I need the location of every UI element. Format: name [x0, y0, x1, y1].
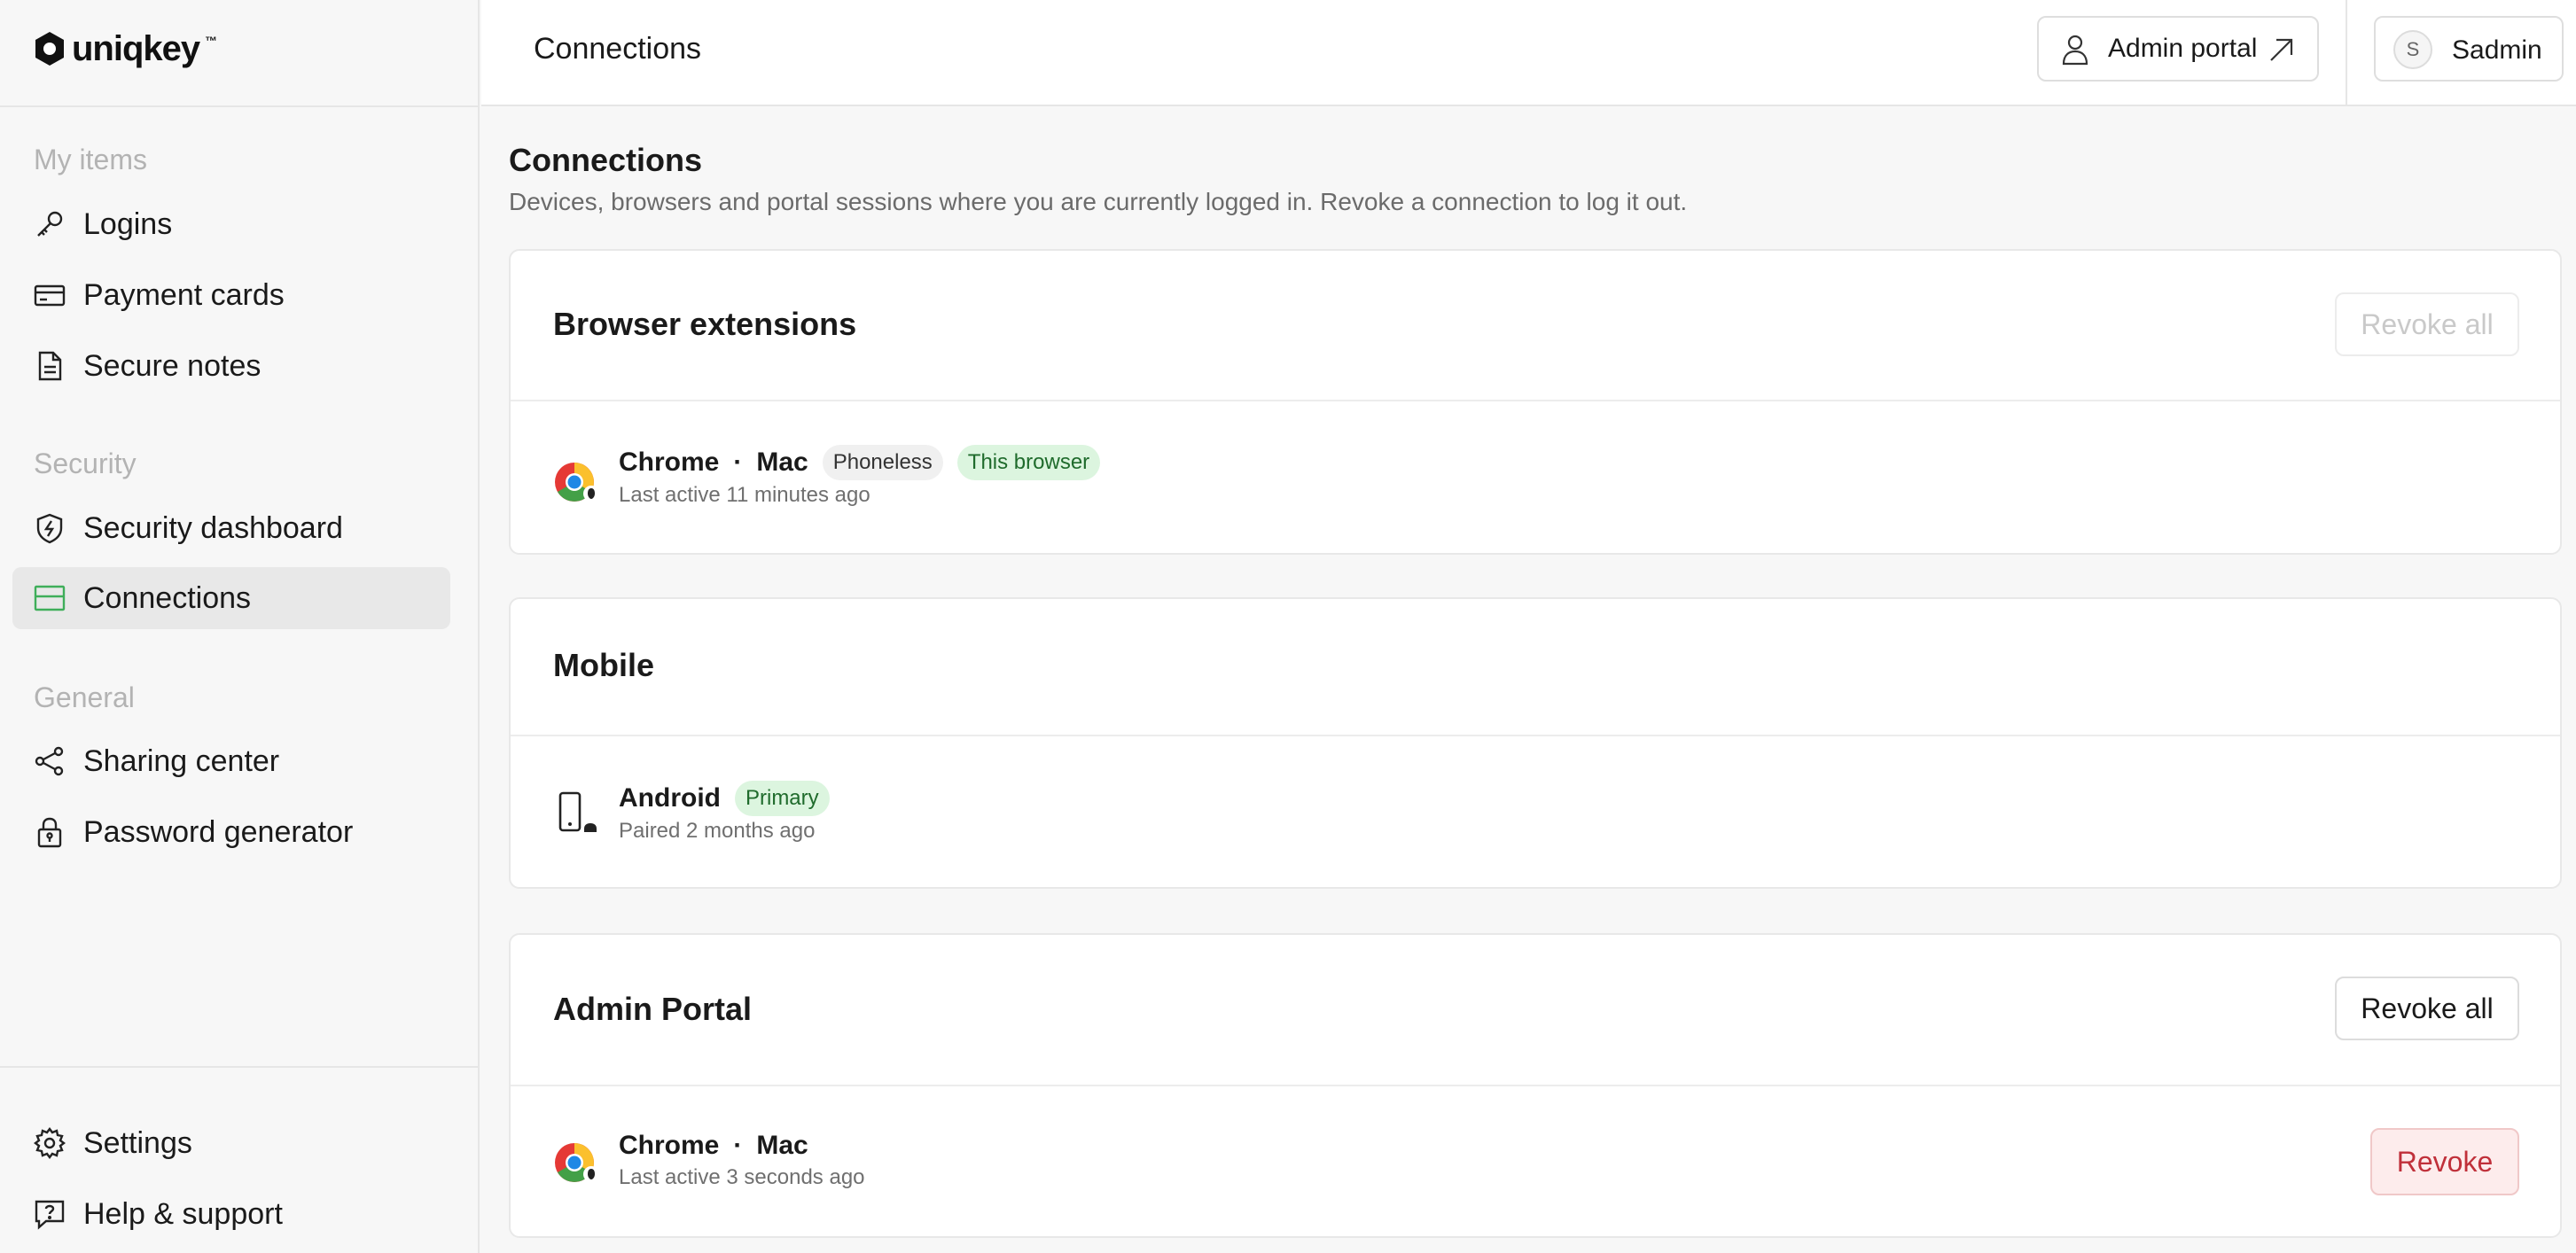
- connection-title: Chrome · Mac Phoneless This browser: [619, 445, 1101, 480]
- sidebar-item-label: Secure notes: [83, 348, 262, 383]
- connection-subtext: Paired 2 months ago: [619, 819, 816, 843]
- browser-name: Chrome: [619, 1131, 720, 1160]
- connection-title: Android Primary: [619, 781, 830, 816]
- sidebar-item-secure-notes[interactable]: Secure notes: [12, 335, 450, 397]
- sidebar-item-label: Connections: [83, 580, 252, 615]
- sidebar-item-label: Logins: [83, 206, 173, 241]
- sidebar-item-help-support[interactable]: Help & support: [12, 1183, 450, 1245]
- admin-portal-label: Admin portal: [2108, 34, 2258, 63]
- section-title-security: Security: [34, 448, 137, 479]
- connection-subtext: Last active 3 seconds ago: [619, 1165, 865, 1189]
- logo-text: uniqkey: [72, 28, 200, 68]
- sidebar-item-label: Settings: [83, 1125, 192, 1160]
- uniqkey-logo-icon: [35, 32, 64, 66]
- card-title: Admin Portal: [553, 991, 753, 1027]
- browser-extensions-card: Browser extensions Revoke all Chrome · M…: [509, 249, 2562, 555]
- page-description: Devices, browsers and portal sessions wh…: [509, 188, 1688, 215]
- sidebar-item-label: Security dashboard: [83, 510, 343, 545]
- badge-phoneless: Phoneless: [822, 445, 943, 480]
- connections-icon: [34, 582, 66, 614]
- badge-this-browser: This browser: [956, 445, 1101, 480]
- gear-icon: [34, 1127, 66, 1159]
- connection-title: Chrome · Mac: [619, 1131, 808, 1161]
- sidebar-item-label: Payment cards: [83, 277, 285, 312]
- mobile-card: Mobile Android Primary Paired 2 months a…: [509, 597, 2562, 889]
- separator: ·: [733, 448, 743, 477]
- sidebar-divider: [0, 105, 480, 107]
- user-name: Sadmin: [2452, 35, 2542, 65]
- sidebar-item-label: Password generator: [83, 814, 354, 849]
- topbar-title: Connections: [534, 32, 702, 66]
- avatar: S: [2393, 30, 2432, 69]
- credit-card-icon: [34, 279, 66, 311]
- section-title-my-items: My items: [34, 144, 147, 175]
- user-menu-button[interactable]: S Sadmin: [2374, 16, 2564, 82]
- revoke-all-button[interactable]: Revoke all: [2335, 292, 2519, 356]
- android-phone-icon: [558, 791, 599, 837]
- topbar: Connections Admin portal S Sadmin: [481, 0, 2576, 106]
- chrome-mac-icon: [555, 1143, 599, 1182]
- device-name: Android: [619, 783, 721, 813]
- revoke-button[interactable]: Revoke: [2370, 1128, 2519, 1195]
- section-title-general: General: [34, 681, 135, 713]
- share-icon: [34, 745, 66, 777]
- card-divider: [511, 1085, 2560, 1086]
- connection-subtext: Last active 11 minutes ago: [619, 483, 870, 507]
- sidebar-footer-divider: [0, 1066, 480, 1068]
- topbar-divider: [2346, 0, 2347, 105]
- browser-name: Chrome: [619, 448, 720, 477]
- sidebar-item-settings[interactable]: Settings: [12, 1112, 450, 1174]
- chrome-mac-icon: [555, 463, 599, 502]
- sidebar-item-sharing-center[interactable]: Sharing center: [12, 730, 450, 792]
- sidebar-item-label: Help & support: [83, 1196, 283, 1231]
- external-link-icon: [2268, 35, 2296, 68]
- sidebar-item-security-dashboard[interactable]: Security dashboard: [12, 497, 450, 559]
- user-icon: [2060, 34, 2090, 70]
- separator: ·: [733, 1131, 743, 1160]
- sidebar-item-payment-cards[interactable]: Payment cards: [12, 264, 450, 326]
- help-icon: [34, 1198, 66, 1230]
- key-icon: [34, 208, 66, 240]
- shield-icon: [34, 512, 66, 544]
- lock-icon: [34, 816, 66, 848]
- sidebar: uniqkey ™ My items Logins Payment cards: [0, 0, 480, 1253]
- admin-portal-button[interactable]: Admin portal: [2037, 16, 2319, 82]
- card-divider: [511, 735, 2560, 736]
- card-divider: [511, 400, 2560, 401]
- logo-trademark: ™: [205, 34, 218, 48]
- badge-primary: Primary: [734, 781, 830, 816]
- sidebar-item-connections[interactable]: Connections: [12, 567, 450, 629]
- document-icon: [34, 350, 66, 382]
- logo[interactable]: uniqkey ™: [33, 28, 217, 69]
- page-title: Connections: [509, 142, 703, 178]
- os-name: Mac: [756, 448, 808, 477]
- admin-portal-card: Admin Portal Revoke all Chrome · Mac Las…: [509, 933, 2562, 1238]
- card-title: Browser extensions: [553, 306, 857, 342]
- sidebar-item-password-generator[interactable]: Password generator: [12, 801, 450, 863]
- revoke-all-button[interactable]: Revoke all: [2335, 977, 2519, 1040]
- sidebar-item-label: Sharing center: [83, 743, 280, 778]
- card-title: Mobile: [553, 647, 654, 683]
- sidebar-item-logins[interactable]: Logins: [12, 193, 450, 255]
- os-name: Mac: [756, 1131, 808, 1160]
